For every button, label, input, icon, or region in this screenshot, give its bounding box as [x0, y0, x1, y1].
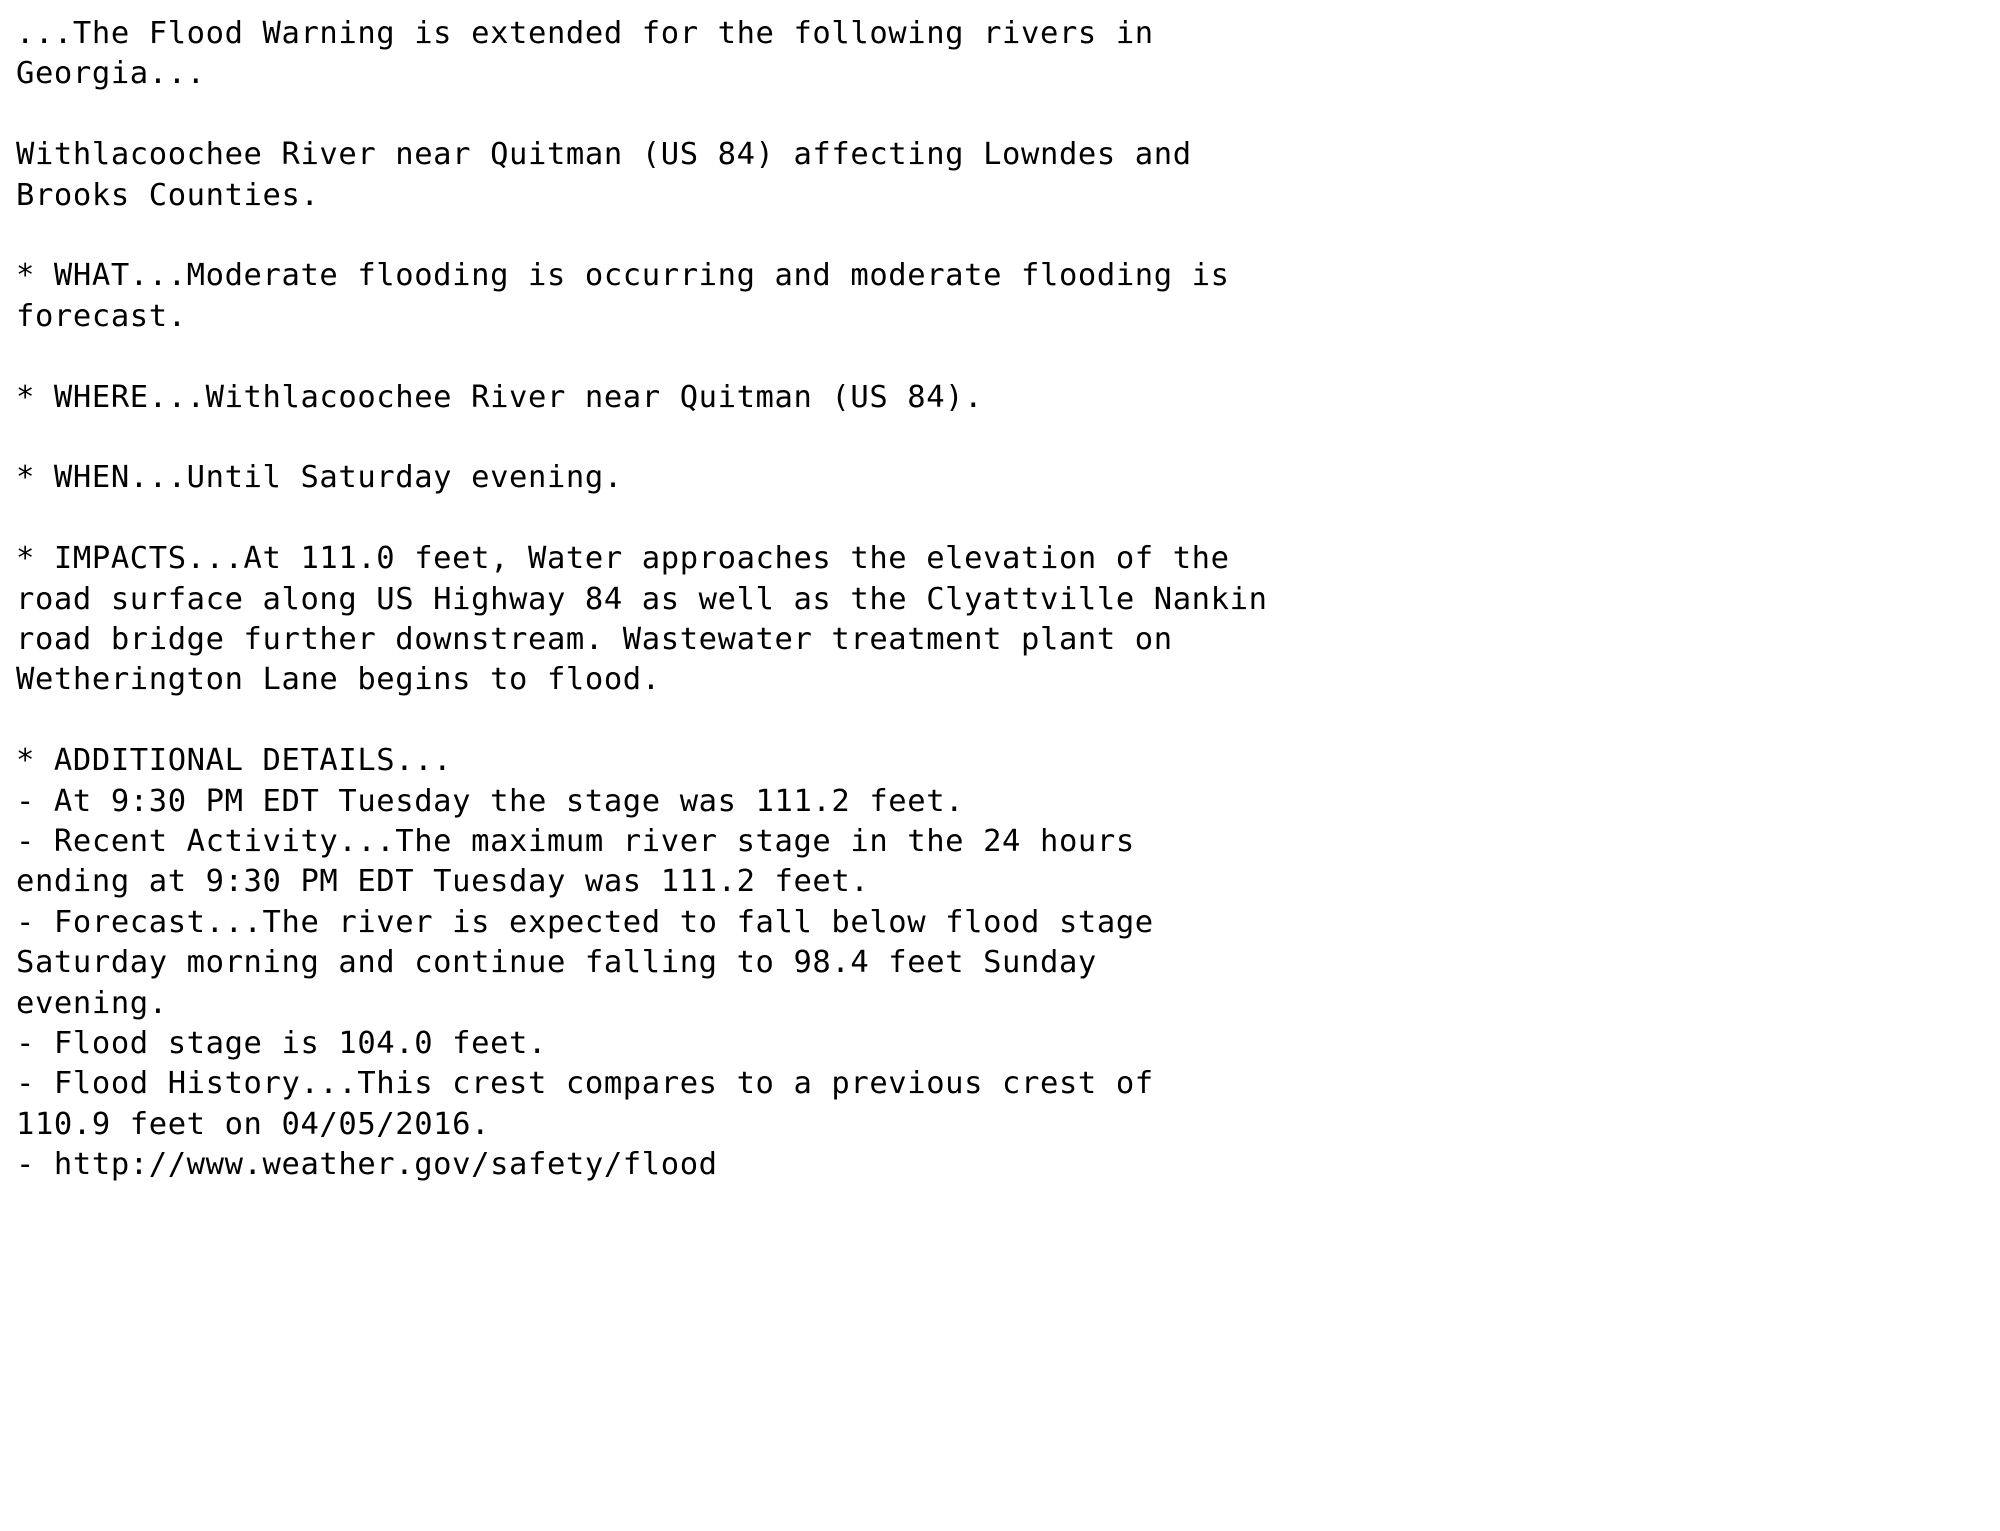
- bulletin-line: - At 9:30 PM EDT Tuesday the stage was 1…: [16, 783, 965, 819]
- bulletin-line: evening.: [16, 985, 168, 1021]
- bulletin-line: ...The Flood Warning is extended for the…: [16, 16, 1154, 51]
- bulletin-line: * IMPACTS...At 111.0 feet, Water approac…: [16, 541, 1230, 577]
- bulletin-line: - Flood stage is 104.0 feet.: [16, 1026, 547, 1062]
- bulletin-line: - Recent Activity...The maximum river st…: [16, 824, 1135, 860]
- bulletin-line: Georgia...: [16, 56, 206, 92]
- bulletin-line: - Flood History...This crest compares to…: [16, 1066, 1154, 1102]
- bulletin-line: Wetherington Lane begins to flood.: [16, 662, 661, 698]
- bulletin-line: Saturday morning and continue falling to…: [16, 945, 1097, 981]
- bulletin-line: 110.9 feet on 04/05/2016.: [16, 1106, 491, 1142]
- bulletin-line: ending at 9:30 PM EDT Tuesday was 111.2 …: [16, 864, 870, 900]
- bulletin-line: forecast.: [16, 298, 187, 334]
- bulletin-line: - Forecast...The river is expected to fa…: [16, 904, 1154, 940]
- bulletin-line: Brooks Counties.: [16, 177, 320, 213]
- bulletin-line: Withlacoochee River near Quitman (US 84)…: [16, 137, 1192, 173]
- bulletin-line: * WHAT...Moderate flooding is occurring …: [16, 258, 1230, 294]
- bulletin-line: - http://www.weather.gov/safety/flood: [16, 1147, 718, 1183]
- bulletin-line: road bridge further downstream. Wastewat…: [16, 622, 1173, 658]
- bulletin-line: * WHERE...Withlacoochee River near Quitm…: [16, 379, 984, 415]
- bulletin-line: * WHEN...Until Saturday evening.: [16, 460, 623, 496]
- flood-warning-bulletin-text: ...The Flood Warning is extended for the…: [0, 0, 2000, 1186]
- bulletin-line: road surface along US Highway 84 as well…: [16, 581, 1268, 617]
- bulletin-line: * ADDITIONAL DETAILS...: [16, 743, 453, 779]
